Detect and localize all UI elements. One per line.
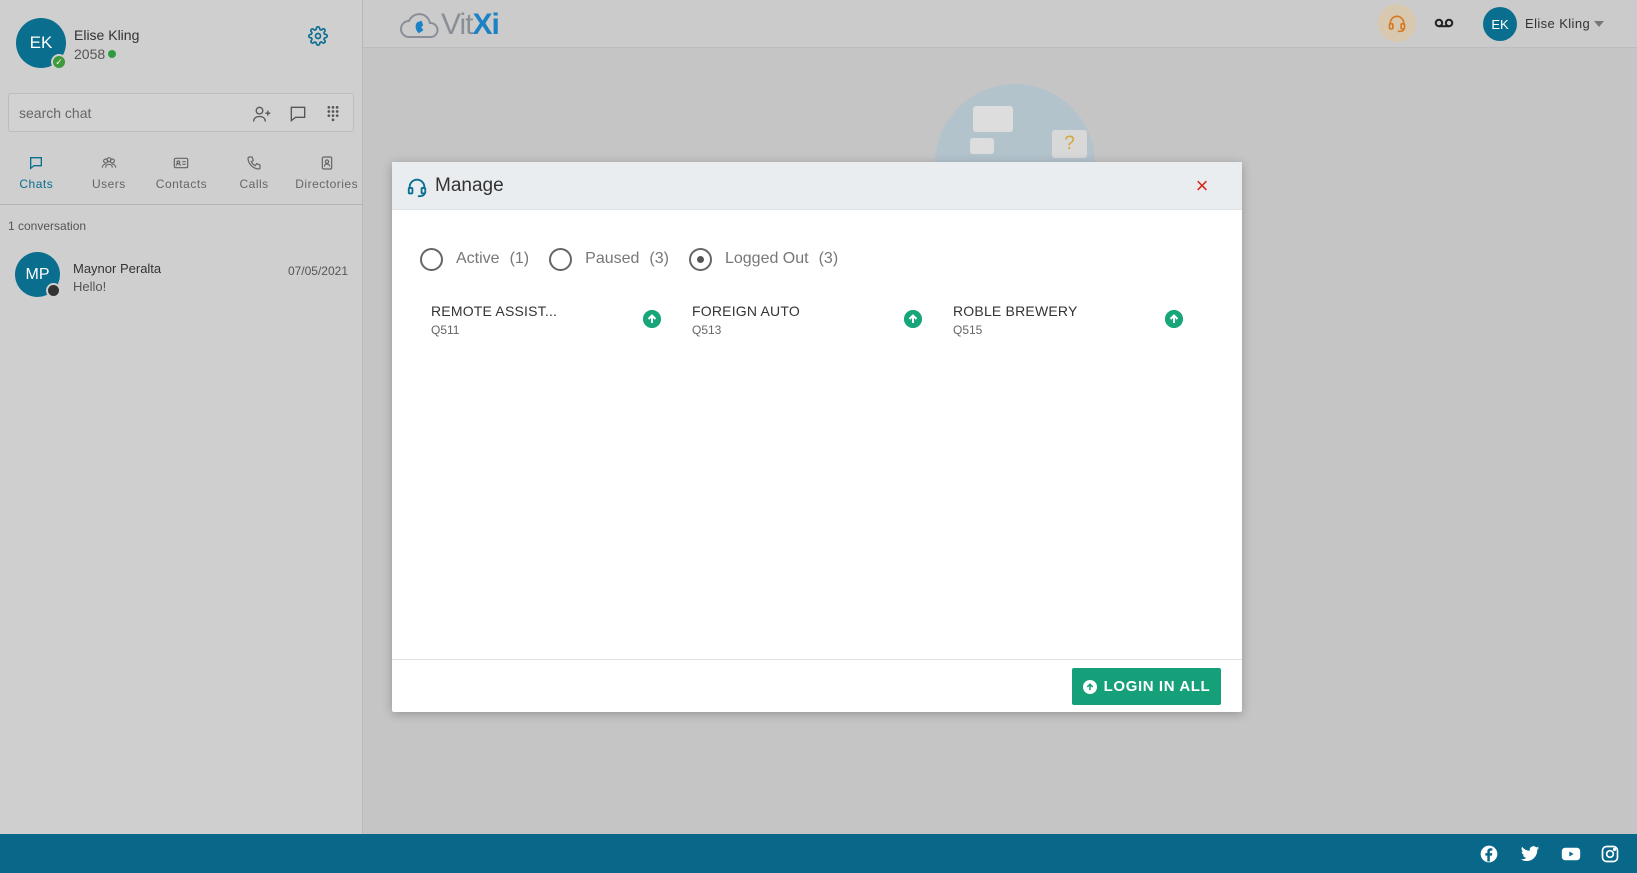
- modal-header: Manage ×: [392, 162, 1242, 210]
- chat-icon: [30, 157, 43, 170]
- filter-active[interactable]: Active (1): [420, 247, 530, 271]
- tab-label: Chats: [19, 177, 54, 191]
- phone-icon: [247, 156, 261, 170]
- login-queue-icon[interactable]: [1165, 310, 1183, 328]
- user-name: Elise Kling: [1525, 16, 1591, 31]
- profile-name: Elise Kling: [74, 27, 140, 43]
- filter-logged-out[interactable]: Logged Out (3): [688, 247, 839, 271]
- avatar-initials: EK: [29, 33, 53, 52]
- queue-item: ROBLE BREWERY Q515: [953, 303, 1193, 343]
- radio-button[interactable]: [549, 247, 573, 271]
- headset-icon: [1388, 15, 1406, 33]
- login-queue-icon[interactable]: [904, 310, 922, 328]
- tab-chats[interactable]: Chats: [0, 150, 73, 204]
- add-user-icon[interactable]: [252, 104, 272, 124]
- chat-bubble-icon: [973, 106, 1013, 132]
- arrow-up-circle-icon: [1082, 679, 1097, 694]
- voicemail-icon[interactable]: [1433, 12, 1455, 34]
- new-chat-icon[interactable]: [288, 104, 308, 124]
- twitter-icon[interactable]: [1520, 844, 1540, 864]
- conversation-count: 1 conversation: [8, 219, 87, 233]
- logo-text-vit: Vit: [441, 8, 473, 41]
- youtube-icon[interactable]: [1560, 844, 1582, 864]
- user-profile: EK ✓ Elise Kling 2058: [16, 18, 346, 70]
- sidebar-tabs: Chats Users Contacts Calls Directories: [0, 150, 363, 205]
- queue-name: FOREIGN AUTO: [692, 303, 800, 319]
- instagram-icon[interactable]: [1600, 844, 1620, 864]
- filter-label: Paused: [585, 250, 640, 267]
- facebook-icon[interactable]: [1479, 844, 1499, 864]
- footer: [0, 834, 1637, 873]
- queue-name: REMOTE ASSIST...: [431, 303, 558, 319]
- gear-icon[interactable]: [308, 26, 328, 46]
- directory-icon: [321, 156, 332, 170]
- users-icon: [101, 157, 117, 168]
- logo: Vit Xi: [399, 8, 500, 42]
- avatar[interactable]: EK: [1483, 7, 1517, 41]
- user-menu[interactable]: Elise Kling: [1525, 16, 1605, 31]
- queue-item: REMOTE ASSIST... Q511: [431, 303, 671, 343]
- dialpad-icon[interactable]: [323, 104, 343, 124]
- logo-text-xi: Xi: [472, 8, 499, 41]
- question-bubble-icon: ?: [1052, 130, 1087, 158]
- contact-card-icon: [174, 157, 189, 169]
- queue-item: FOREIGN AUTO Q513: [692, 303, 932, 343]
- status-filter: Active (1) Paused (3) Logged Out (3): [420, 246, 858, 272]
- filter-count: (3): [818, 250, 839, 267]
- filter-label: Active: [456, 250, 500, 267]
- filter-count: (1): [509, 250, 530, 267]
- radio-button-checked[interactable]: [688, 247, 712, 271]
- agent-headset-button[interactable]: [1378, 4, 1416, 42]
- login-queue-icon[interactable]: [643, 310, 661, 328]
- modal-title: Manage: [435, 175, 504, 196]
- tab-label: Calls: [239, 177, 269, 191]
- conversation-date: 07/05/2021: [287, 264, 348, 278]
- manage-modal: Manage × Active (1) Paused (3) Logged Ou…: [392, 162, 1242, 712]
- conversation-preview: Hello!: [73, 279, 107, 294]
- empty-state-illustration: ?: [905, 82, 1115, 162]
- conversation-item[interactable]: MP Maynor Peralta Hello! 07/05/2021: [15, 252, 348, 298]
- chat-bubble-icon: [970, 138, 994, 154]
- button-label: LOGIN IN ALL: [1103, 678, 1211, 695]
- tab-users[interactable]: Users: [73, 150, 146, 204]
- status-check-icon: ✓: [51, 54, 67, 70]
- radio-button[interactable]: [420, 247, 443, 271]
- profile-extension: 2058: [74, 46, 117, 62]
- avatar-initials: MP: [25, 265, 50, 283]
- tab-calls[interactable]: Calls: [218, 150, 291, 204]
- user-badge-icon: [46, 283, 61, 298]
- sidebar: EK ✓ Elise Kling 2058 Chats Users Contac…: [0, 0, 363, 834]
- tab-label: Users: [91, 177, 126, 191]
- filter-label: Logged Out: [724, 250, 809, 267]
- modal-footer: LOGIN IN ALL: [392, 659, 1242, 712]
- top-bar: Vit Xi EK Elise Kling: [363, 0, 1637, 48]
- queue-id: Q511: [431, 323, 460, 337]
- online-status-dot: [108, 50, 117, 58]
- queue-id: Q515: [953, 323, 983, 337]
- filter-paused[interactable]: Paused (3): [549, 247, 669, 271]
- search-chat-input[interactable]: [19, 102, 219, 124]
- tab-label: Directories: [295, 177, 359, 191]
- extension-number: 2058: [74, 46, 106, 62]
- cloud-phone-icon: [400, 13, 439, 38]
- tab-contacts[interactable]: Contacts: [145, 150, 218, 204]
- search-bar: [8, 93, 354, 132]
- filter-count: (3): [649, 250, 669, 267]
- login-in-all-button[interactable]: LOGIN IN ALL: [1072, 668, 1221, 705]
- queue-id: Q513: [692, 323, 722, 337]
- conversation-name: Maynor Peralta: [73, 261, 162, 276]
- tab-label: Contacts: [155, 177, 208, 191]
- question-mark: ?: [1064, 133, 1075, 154]
- tab-directories[interactable]: Directories: [290, 150, 363, 204]
- close-icon[interactable]: ×: [1192, 175, 1212, 197]
- queue-name: ROBLE BREWERY: [953, 303, 1078, 319]
- headset-icon: [407, 178, 427, 198]
- avatar-initials: EK: [1491, 16, 1509, 32]
- chevron-down-icon: [1594, 21, 1605, 27]
